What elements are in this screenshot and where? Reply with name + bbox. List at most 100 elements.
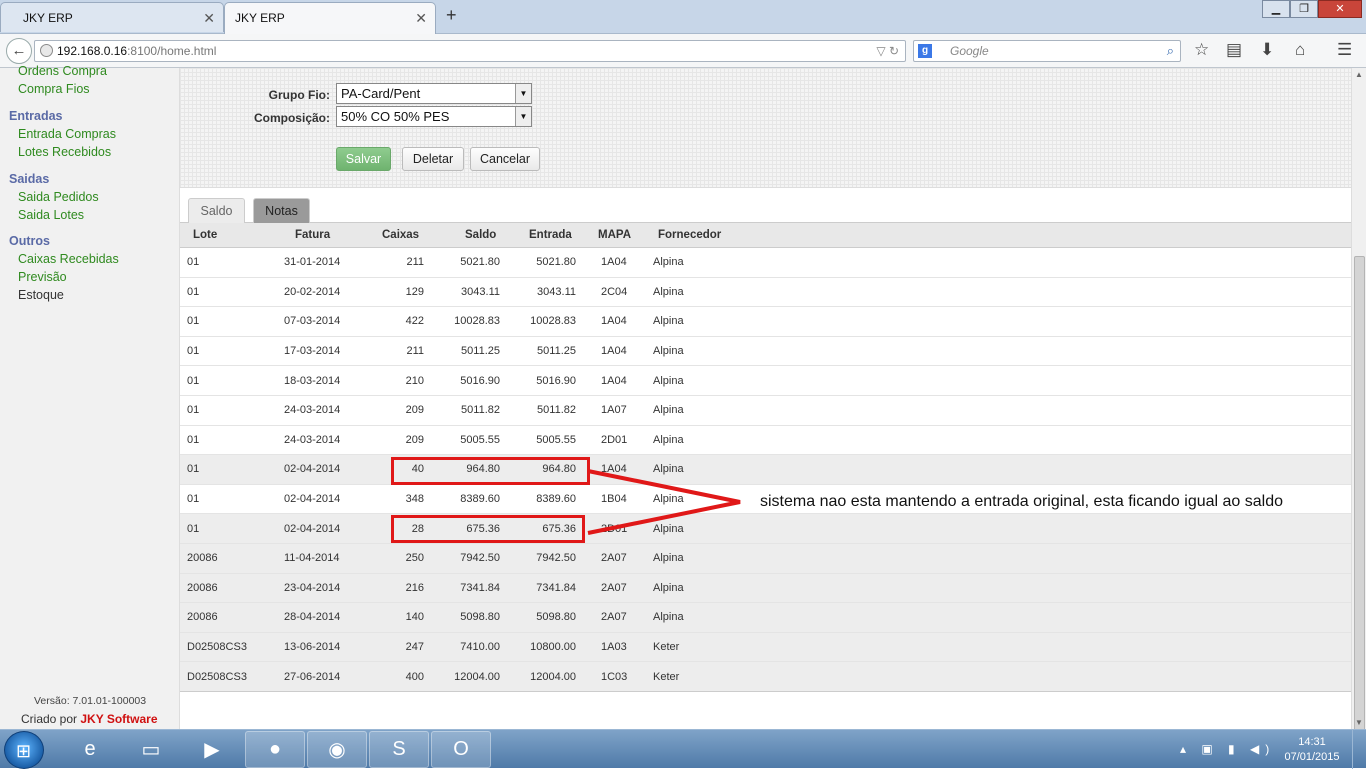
page-scrollbar[interactable]: ▲ ▼ [1351, 68, 1366, 748]
search-input[interactable]: g Google ⌕ [913, 40, 1181, 62]
cancel-button[interactable]: Cancelar [470, 147, 540, 171]
cell-saldo: 3043.11 [461, 285, 500, 298]
sidebar-item-lotes-recebidos[interactable]: Lotes Recebidos [18, 145, 111, 159]
show-desktop-button[interactable] [1352, 730, 1366, 769]
table-row[interactable]: 01 02-04-2014 40 964.80 964.80 1A04 Alpina [180, 455, 1351, 485]
version-text: Versão: 7.01.01-100003 [34, 695, 147, 707]
sidebar-item-ordens-compra[interactable]: Ordens Compra [18, 64, 107, 78]
sidebar-item-estoque[interactable]: Estoque [18, 288, 64, 302]
cell-fatura: 11-04-2014 [284, 552, 340, 565]
internet-explorer-icon[interactable]: e [60, 731, 120, 768]
table-header-row: Lote Fatura Caixas Saldo Entrada MAPA Fo… [180, 223, 1351, 248]
back-arrow-icon[interactable]: ← [6, 38, 32, 64]
table-row[interactable]: D02508CS3 13-06-2014 247 7410.00 10800.00 1A0… [180, 632, 1351, 663]
chrome-icon[interactable]: ◉ [307, 731, 367, 768]
cell-entrada: 3043.11 [537, 285, 576, 298]
sidebar-item-previsao[interactable]: Previsão [18, 270, 67, 284]
grupo-fio-select[interactable]: PA-Card/Pent ▼ [336, 83, 532, 104]
file-explorer-icon[interactable]: ▭ [121, 731, 181, 768]
cell-caixas: 209 [405, 433, 424, 446]
skype-icon[interactable]: S [369, 731, 429, 768]
column-header-lote[interactable]: Lote [193, 223, 217, 247]
column-header-saldo[interactable]: Saldo [465, 223, 496, 247]
close-tab-icon[interactable]: ✕ [203, 10, 215, 27]
scrollbar-thumb[interactable] [1354, 256, 1365, 748]
table-row[interactable]: 20086 28-04-2014 140 5098.80 5098.80 2A07 Alpi… [180, 603, 1351, 633]
table-row[interactable]: D02508CS3 27-06-2014 400 12004.00 12004.00 1C… [180, 662, 1351, 692]
sidebar-item-compra-fios[interactable]: Compra Fios [18, 82, 90, 96]
annotation-arrow [587, 469, 741, 535]
url-path: :8100/home.html [127, 44, 217, 58]
cell-fatura: 31-01-2014 [284, 256, 341, 269]
close-tab-icon[interactable]: ✕ [415, 10, 427, 27]
arrow-lines [587, 469, 741, 535]
new-tab-button[interactable]: + [446, 5, 457, 26]
credits-brand-link[interactable]: JKY Software [80, 712, 157, 726]
cell-saldo: 8389.60 [460, 493, 500, 506]
window-close-icon[interactable]: ✕ [1318, 0, 1362, 18]
reading-list-icon[interactable]: ▤ [1226, 40, 1242, 60]
column-header-mapa[interactable]: MAPA [598, 223, 631, 247]
cell-mapa: 2C04 [601, 285, 628, 298]
cell-mapa: 2D01 [601, 433, 628, 446]
cell-fornecedor: Alpina [653, 611, 684, 624]
cell-entrada: 5011.25 [537, 345, 576, 358]
browser-tab-2[interactable]: JKY ERP ✕ [224, 2, 436, 34]
cell-fatura: 07-03-2014 [284, 315, 341, 328]
table-row[interactable]: 01 24-03-2014 209 5005.55 5005.55 2D01 Alpina [180, 426, 1351, 456]
chevron-down-icon[interactable]: ▼ [515, 84, 531, 103]
clock[interactable]: 14:31 07/01/2015 [1280, 735, 1344, 765]
cell-entrada: 12004.00 [530, 670, 576, 683]
table-row[interactable]: 01 02-04-2014 28 675.36 675.36 2D01 Alpina [180, 514, 1351, 544]
table-row[interactable]: 20086 23-04-2014 216 7341.84 7341.84 2A07 Alpi… [180, 573, 1351, 604]
outlook-icon[interactable]: O [431, 731, 491, 768]
cell-caixas: 210 [405, 374, 424, 387]
scroll-up-icon[interactable]: ▲ [1355, 70, 1363, 79]
tab-notas[interactable]: Notas [253, 198, 310, 223]
column-header-caixas[interactable]: Caixas [382, 223, 419, 247]
google-icon[interactable]: g [918, 44, 932, 58]
sidebar-item-saida-lotes[interactable]: Saida Lotes [18, 208, 84, 222]
save-button[interactable]: Salvar [336, 147, 391, 171]
reload-icon[interactable]: ▽ ↻ [876, 41, 899, 61]
sidebar-item-caixas-recebidas[interactable]: Caixas Recebidas [18, 252, 119, 266]
minimize-icon[interactable]: ▁ [1262, 0, 1290, 18]
table-row[interactable]: 01 24-03-2014 209 5011.82 5011.82 1A07 Alpina [180, 396, 1351, 426]
column-header-fornecedor[interactable]: Fornecedor [658, 223, 721, 247]
system-tray-icons[interactable]: ▴ ▣ ▮ ◀) [1180, 742, 1275, 756]
sidebar-item-entrada-compras[interactable]: Entrada Compras [18, 127, 116, 141]
cell-entrada: 10800.00 [530, 641, 576, 654]
delete-button[interactable]: Deletar [402, 147, 464, 171]
cell-fornecedor: Alpina [653, 552, 684, 565]
cell-lote: 20086 [187, 552, 218, 565]
table-row[interactable]: 01 20-02-2014 129 3043.11 3043.11 2C04 Alpina [180, 278, 1351, 308]
composicao-select[interactable]: 50% CO 50% PES ▼ [336, 106, 532, 127]
bookmark-star-icon[interactable]: ☆ [1194, 40, 1209, 60]
table-row[interactable]: 01 31-01-2014 211 5021.80 5021.80 1A04 Alpina [180, 248, 1351, 278]
cell-lote: 01 [187, 493, 200, 506]
cell-fornecedor: Alpina [653, 581, 684, 594]
address-bar[interactable]: 192.168.0.16:8100/home.html ▽ ↻ [34, 40, 906, 62]
column-header-entrada[interactable]: Entrada [529, 223, 572, 247]
search-icon[interactable]: ⌕ [1167, 41, 1174, 61]
browser-tab-1[interactable]: JKY ERP ✕ [0, 2, 224, 32]
download-icon[interactable]: ⬇ [1260, 40, 1274, 60]
cell-fatura: 02-04-2014 [284, 493, 341, 506]
maximize-icon[interactable]: ❐ [1290, 0, 1318, 18]
column-header-fatura[interactable]: Fatura [295, 223, 330, 247]
table-row[interactable]: 01 18-03-2014 210 5016.90 5016.90 1A04 Alpina [180, 366, 1351, 396]
chevron-down-icon[interactable]: ▼ [515, 107, 531, 126]
menu-icon[interactable]: ☰ [1337, 40, 1352, 60]
table-row[interactable]: 01 07-03-2014 422 10028.83 10028.83 1A04 Alpin… [180, 307, 1351, 337]
firefox-icon[interactable]: ● [245, 731, 305, 768]
sidebar-heading-outros: Outros [9, 234, 50, 248]
tab-saldo[interactable]: Saldo [188, 198, 245, 223]
table-row[interactable]: 01 17-03-2014 211 5011.25 5011.25 1A04 Alpina [180, 337, 1351, 367]
sidebar-item-saida-pedidos[interactable]: Saida Pedidos [18, 190, 99, 204]
table-row[interactable]: 20086 11-04-2014 250 7942.50 7942.50 2A07 Alpi… [180, 543, 1351, 574]
media-player-icon[interactable]: ▶ [182, 731, 242, 768]
start-button[interactable]: ⊞ [4, 731, 44, 769]
scroll-down-icon[interactable]: ▼ [1355, 718, 1363, 727]
cell-fatura: 27-06-2014 [284, 670, 341, 683]
home-icon[interactable]: ⌂ [1295, 40, 1305, 60]
